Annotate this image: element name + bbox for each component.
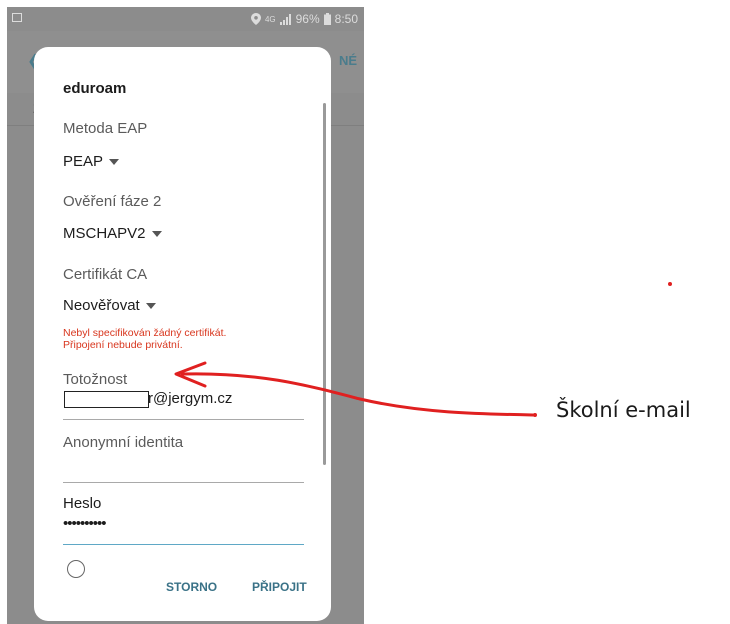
annotation-arrow xyxy=(174,361,537,417)
red-dot xyxy=(668,282,672,286)
arrow-tail-dot xyxy=(533,413,537,417)
callout-label: Školní e-mail xyxy=(556,398,691,422)
arrow-line xyxy=(180,372,536,417)
